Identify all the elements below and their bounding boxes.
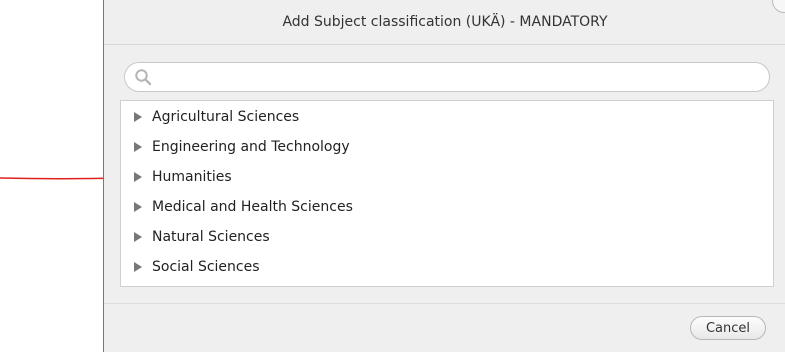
caret-right-icon[interactable] — [134, 112, 142, 122]
caret-right-icon[interactable] — [134, 262, 142, 272]
caret-right-icon[interactable] — [134, 142, 142, 152]
cancel-button[interactable]: Cancel — [690, 316, 766, 340]
caret-right-icon[interactable] — [134, 232, 142, 242]
search-icon — [135, 69, 152, 86]
tree-item-label: Engineering and Technology — [152, 139, 350, 155]
tree-item-natural-sciences[interactable]: Natural Sciences — [121, 222, 773, 252]
dialog-title: Add Subject classification (UKÄ) - MANDA… — [282, 14, 608, 30]
tree-item-label: Humanities — [152, 169, 232, 185]
tree-item-engineering-and-technology[interactable]: Engineering and Technology — [121, 132, 773, 162]
caret-right-icon[interactable] — [134, 202, 142, 212]
subject-tree: Agricultural Sciences Engineering and Te… — [120, 100, 774, 287]
tree-item-humanities[interactable]: Humanities — [121, 162, 773, 192]
footer-divider — [104, 303, 785, 304]
tree-item-label: Medical and Health Sciences — [152, 199, 353, 215]
search-input[interactable] — [157, 67, 761, 89]
tree-item-label: Social Sciences — [152, 259, 260, 275]
title-divider — [104, 44, 785, 45]
tree-item-label: Agricultural Sciences — [152, 109, 300, 125]
search-field[interactable] — [124, 62, 770, 92]
caret-right-icon[interactable] — [134, 172, 142, 182]
subject-classification-dialog: Add Subject classification (UKÄ) - MANDA… — [103, 0, 785, 352]
tree-item-social-sciences[interactable]: Social Sciences — [121, 252, 773, 282]
tree-item-agricultural-sciences[interactable]: Agricultural Sciences — [121, 102, 773, 132]
tree-item-medical-and-health-sciences[interactable]: Medical and Health Sciences — [121, 192, 773, 222]
tree-item-label: Natural Sciences — [152, 229, 270, 245]
